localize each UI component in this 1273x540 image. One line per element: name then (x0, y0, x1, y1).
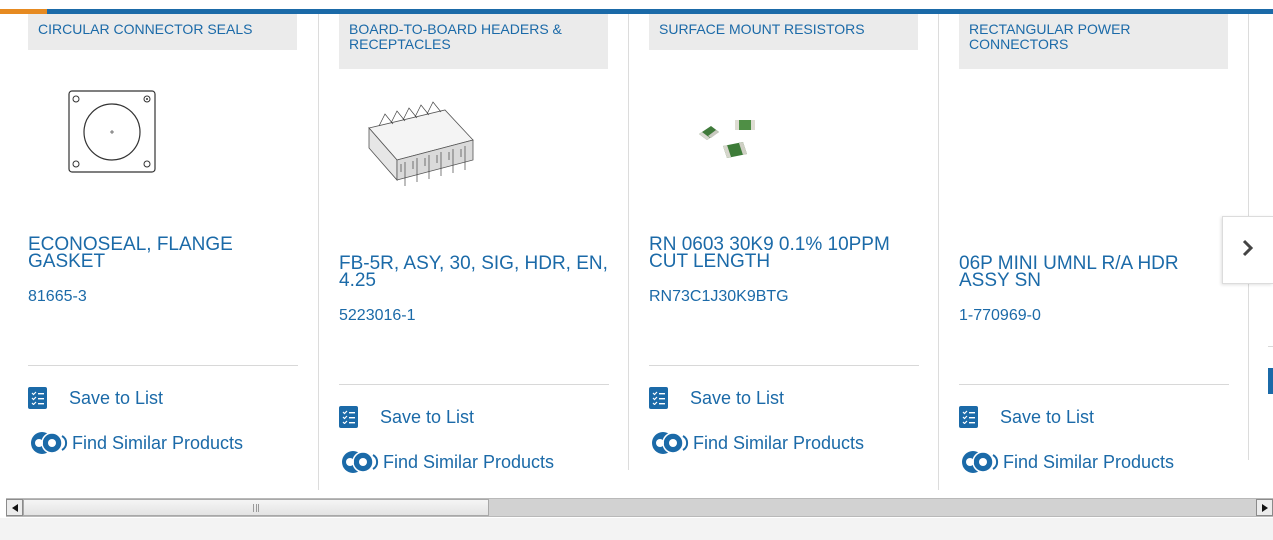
horizontal-scrollbar[interactable] (6, 498, 1273, 517)
checklist-icon (339, 406, 358, 428)
save-to-list-button[interactable]: Save to List (28, 387, 163, 409)
find-similar-button[interactable]: Find Similar Products (649, 430, 864, 456)
category-tag[interactable]: BOARD-TO-BOARD HEADERS & RECEPTACLES (339, 14, 608, 69)
similar-products-icon (649, 430, 689, 456)
product-card: SURFACE MOUNT RESISTORS RN 0603 30K9 0.1… (649, 14, 959, 492)
column-separator (938, 14, 939, 490)
find-similar-label: Find Similar Products (1003, 451, 1175, 472)
scroll-left-button[interactable] (6, 499, 23, 516)
category-tag[interactable]: SURFACE MOUNT RESISTORS (649, 14, 918, 50)
product-carousel: CIRCULAR CONNECTOR SEALS ECONOSEAL, FLAN… (0, 14, 1273, 492)
next-card-divider-peek (1268, 346, 1273, 347)
arrow-left-icon (11, 499, 18, 517)
product-title[interactable]: 06P MINI UMNL R/A HDR ASSY SN (959, 254, 1229, 290)
product-title[interactable]: FB-5R, ASY, 30, SIG, HDR, EN, 4.25 (339, 254, 609, 290)
category-tag[interactable]: RECTANGULAR POWER CONNECTORS (959, 14, 1228, 69)
similar-products-icon (959, 449, 999, 475)
save-to-list-label: Save to List (690, 387, 785, 408)
find-similar-button[interactable]: Find Similar Products (28, 430, 243, 456)
column-separator (628, 14, 629, 470)
card-divider (649, 365, 919, 366)
find-similar-label: Find Similar Products (693, 432, 865, 453)
part-number[interactable]: 1-770969-0 (959, 307, 1041, 325)
arrow-right-icon (1261, 499, 1268, 517)
find-similar-button[interactable]: Find Similar Products (339, 449, 554, 475)
save-to-list-label: Save to List (69, 387, 164, 408)
find-similar-label: Find Similar Products (383, 451, 555, 472)
part-number[interactable]: RN73C1J30K9BTG (649, 288, 789, 306)
checklist-icon (28, 387, 47, 409)
chevron-right-icon (1242, 239, 1254, 262)
save-to-list-button[interactable]: Save to List (339, 406, 474, 428)
product-title[interactable]: RN 0603 30K9 0.1% 10PPM CUT LENGTH (649, 235, 919, 271)
carousel-next-button[interactable] (1222, 216, 1273, 284)
top-accent-bar (0, 0, 1273, 14)
find-similar-label: Find Similar Products (72, 432, 244, 453)
flange-gasket-image[interactable] (68, 90, 158, 174)
product-card: CIRCULAR CONNECTOR SEALS ECONOSEAL, FLAN… (28, 14, 338, 492)
category-tag[interactable]: CIRCULAR CONNECTOR SEALS (28, 14, 297, 50)
header-connector-image[interactable] (365, 100, 477, 192)
chip-resistors-image[interactable] (697, 116, 759, 162)
save-to-list-label: Save to List (380, 406, 475, 427)
save-to-list-button[interactable]: Save to List (959, 406, 1094, 428)
footer-area (0, 518, 1273, 540)
checklist-icon (649, 387, 668, 409)
save-to-list-label: Save to List (1000, 406, 1095, 427)
similar-products-icon (339, 449, 379, 475)
part-number[interactable]: 5223016-1 (339, 307, 416, 325)
scrollbar-thumb[interactable] (23, 499, 489, 516)
card-divider (339, 384, 609, 385)
scroll-right-button[interactable] (1256, 499, 1273, 516)
save-to-list-button[interactable]: Save to List (649, 387, 784, 409)
part-number[interactable]: 81665-3 (28, 288, 87, 306)
similar-products-icon (28, 430, 68, 456)
next-card-save-icon-peek (1268, 368, 1273, 394)
column-separator (318, 14, 319, 490)
product-card: BOARD-TO-BOARD HEADERS & RECEPTACLES FB-… (339, 14, 649, 492)
checklist-icon (959, 406, 978, 428)
card-divider (959, 384, 1229, 385)
card-divider (28, 365, 298, 366)
grip-icon (253, 503, 259, 512)
product-title[interactable]: ECONOSEAL, FLANGE GASKET (28, 235, 298, 271)
find-similar-button[interactable]: Find Similar Products (959, 449, 1174, 475)
